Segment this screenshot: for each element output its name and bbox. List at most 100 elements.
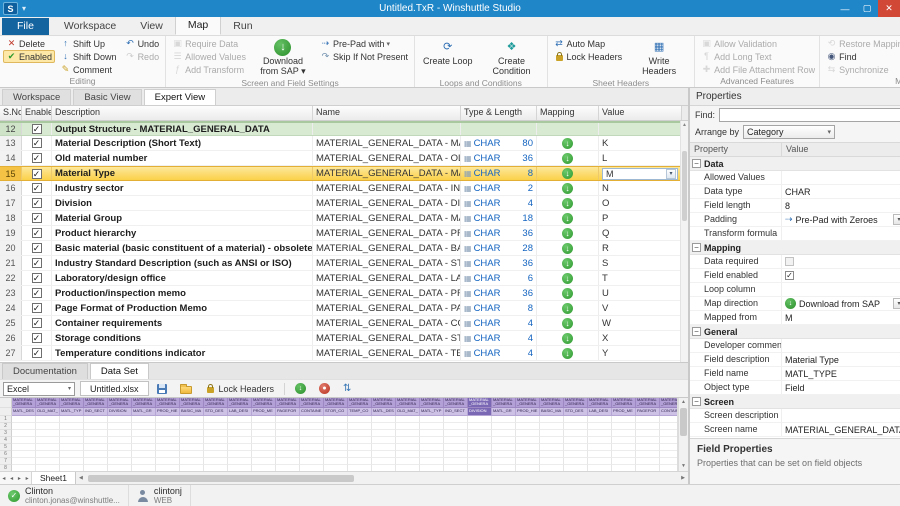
sheet-cell[interactable]	[300, 423, 324, 430]
sheet-cell[interactable]	[444, 451, 468, 458]
ribbon-tab-workspace[interactable]: Workspace	[52, 18, 128, 35]
property-row-allowed-values[interactable]: Allowed Values	[690, 171, 900, 185]
sheet-cell[interactable]	[492, 458, 516, 465]
sheet-cell[interactable]	[660, 444, 678, 451]
find-button[interactable]: ◉Find	[823, 50, 900, 63]
sheet-subheader-cell[interactable]: DIVISION	[468, 408, 492, 416]
sheet-cell[interactable]	[396, 451, 420, 458]
sheet-subheader-cell[interactable]: IND_SECTOR	[84, 408, 108, 416]
sheet-cell[interactable]	[540, 437, 564, 444]
property-section-general[interactable]: −General	[690, 325, 900, 339]
sheet-cell[interactable]	[156, 437, 180, 444]
sheet-subheader-cell[interactable]: CONTAINER	[660, 408, 678, 416]
sheet-header-cell[interactable]: MATERIAL_GENERAL_DATA	[444, 398, 468, 408]
sheet-subheader-cell[interactable]: BASIC_MATL	[540, 408, 564, 416]
sheet-header-cell[interactable]: MATERIAL_GENERAL_DATA	[348, 398, 372, 408]
column-header-mapping[interactable]: Mapping	[537, 106, 599, 120]
ribbon-tab-run[interactable]: Run	[221, 18, 264, 35]
collapse-icon[interactable]: −	[692, 159, 701, 168]
sheet-cell[interactable]	[396, 423, 420, 430]
property-row-data-required[interactable]: Data required	[690, 255, 900, 269]
sheet-cell[interactable]	[348, 430, 372, 437]
pre-pad-with-button[interactable]: ⇢Pre-Pad with▾	[317, 37, 411, 50]
sheet-cell[interactable]	[252, 437, 276, 444]
column-header-name[interactable]: Name	[313, 106, 461, 120]
sheet-cell[interactable]	[324, 437, 348, 444]
sheet-subheader-cell[interactable]: MATL_DESC	[12, 408, 36, 416]
sheet-subheader-cell[interactable]: LAB_DESIGN	[588, 408, 612, 416]
sheet-cell[interactable]	[36, 437, 60, 444]
sheet-cell[interactable]	[444, 416, 468, 423]
lock-headers-button[interactable]: Lock Headers	[200, 382, 280, 396]
property-row-transform-formula[interactable]: Transform formula	[690, 227, 900, 241]
sheet-cell[interactable]	[564, 416, 588, 423]
sheet-header-cell[interactable]: MATERIAL_GENERAL_DATA	[156, 398, 180, 408]
sheet-cell[interactable]	[204, 451, 228, 458]
sheet-cell[interactable]	[180, 451, 204, 458]
sheet-cell[interactable]	[372, 430, 396, 437]
sheet-cell[interactable]	[564, 437, 588, 444]
sheet-cell[interactable]	[228, 444, 252, 451]
sheet-subheader-cell[interactable]: TEMP_CONDS	[348, 408, 372, 416]
session-chip[interactable]: clintonj WEB	[129, 485, 191, 506]
sheet-cell[interactable]	[516, 458, 540, 465]
grid-row-26[interactable]: 26✓Storage conditionsMATERIAL_GENERAL_DA…	[0, 331, 688, 346]
sheet-cell[interactable]	[300, 458, 324, 465]
grid-row-15[interactable]: 15✓Material TypeMATERIAL_GENERAL_DATA - …	[0, 166, 688, 181]
sheet-cell[interactable]	[36, 444, 60, 451]
property-value[interactable]	[782, 339, 900, 352]
sheet-cell[interactable]	[660, 416, 678, 423]
sheet-cell[interactable]	[252, 451, 276, 458]
sheet-cell[interactable]	[492, 423, 516, 430]
sheet-cell[interactable]	[612, 416, 636, 423]
sheet-cell[interactable]	[180, 430, 204, 437]
sheet-cell[interactable]	[492, 437, 516, 444]
sheet-cell[interactable]	[468, 423, 492, 430]
sheet-cell[interactable]	[420, 430, 444, 437]
sheet-cell[interactable]	[156, 451, 180, 458]
sheet-cell[interactable]	[228, 423, 252, 430]
delete-button[interactable]: ✕Delete	[3, 37, 55, 50]
grid-row-23[interactable]: 23✓Production/inspection memoMATERIAL_GE…	[0, 286, 688, 301]
sheet-cell[interactable]	[612, 437, 636, 444]
property-value[interactable]: M	[782, 311, 900, 324]
value-cell[interactable]: Y	[599, 346, 682, 360]
sheet-subheader-cell[interactable]: LAB_DESIGN	[228, 408, 252, 416]
sheet-cell[interactable]	[324, 458, 348, 465]
sheet-header-cell[interactable]: MATERIAL_GENERAL_DATA	[492, 398, 516, 408]
sheet-subheader-cell[interactable]: MATL_TYPE	[60, 408, 84, 416]
value-cell[interactable]: L	[599, 151, 682, 165]
sheet-header-cell[interactable]: MATERIAL_GENERAL_DATA	[468, 398, 492, 408]
sheet-header-cell[interactable]: MATERIAL_GENERAL_DATA	[204, 398, 228, 408]
sheet-cell[interactable]	[204, 416, 228, 423]
sheet-cell[interactable]	[36, 430, 60, 437]
sheet-cell[interactable]	[276, 423, 300, 430]
sheet-cell[interactable]	[84, 451, 108, 458]
sheet-cell[interactable]	[420, 458, 444, 465]
download-mapping-icon[interactable]: ↓	[562, 288, 573, 299]
sheet-cell[interactable]	[156, 423, 180, 430]
download-from-sap-button[interactable]: ↓Download from SAP ▾	[251, 37, 315, 78]
value-cell[interactable]: K	[599, 136, 682, 150]
open-button[interactable]	[175, 382, 197, 396]
sheet-header-cell[interactable]: MATERIAL_GENERAL_DATA	[300, 398, 324, 408]
sheet-subheader-cell[interactable]: OLD_MAT_NO	[396, 408, 420, 416]
first-sheet-icon[interactable]: ◂	[2, 475, 5, 482]
dropdown-arrow-icon[interactable]: ▾	[666, 169, 676, 179]
enable-checkbox[interactable]: ✓	[32, 153, 42, 163]
sheet-cell[interactable]	[276, 458, 300, 465]
run-button[interactable]: ●	[314, 382, 335, 396]
sheet-cell[interactable]	[588, 430, 612, 437]
grid-row-18[interactable]: 18✓Material GroupMATERIAL_GENERAL_DATA -…	[0, 211, 688, 226]
sheet-cell[interactable]	[60, 430, 84, 437]
enable-checkbox[interactable]: ✓	[32, 169, 42, 179]
scroll-thumb[interactable]	[682, 151, 687, 221]
property-value[interactable]	[782, 227, 900, 240]
sheet-header-cell[interactable]: MATERIAL_GENERAL_DATA	[84, 398, 108, 408]
value-cell[interactable]: P	[599, 211, 682, 225]
sheet-cell[interactable]	[204, 458, 228, 465]
sheet-cell[interactable]	[324, 451, 348, 458]
quick-save-icon[interactable]: ▾	[22, 4, 26, 13]
close-button[interactable]: ✕	[878, 0, 900, 17]
skip-if-not-present-button[interactable]: ↷Skip If Not Present	[317, 50, 411, 63]
